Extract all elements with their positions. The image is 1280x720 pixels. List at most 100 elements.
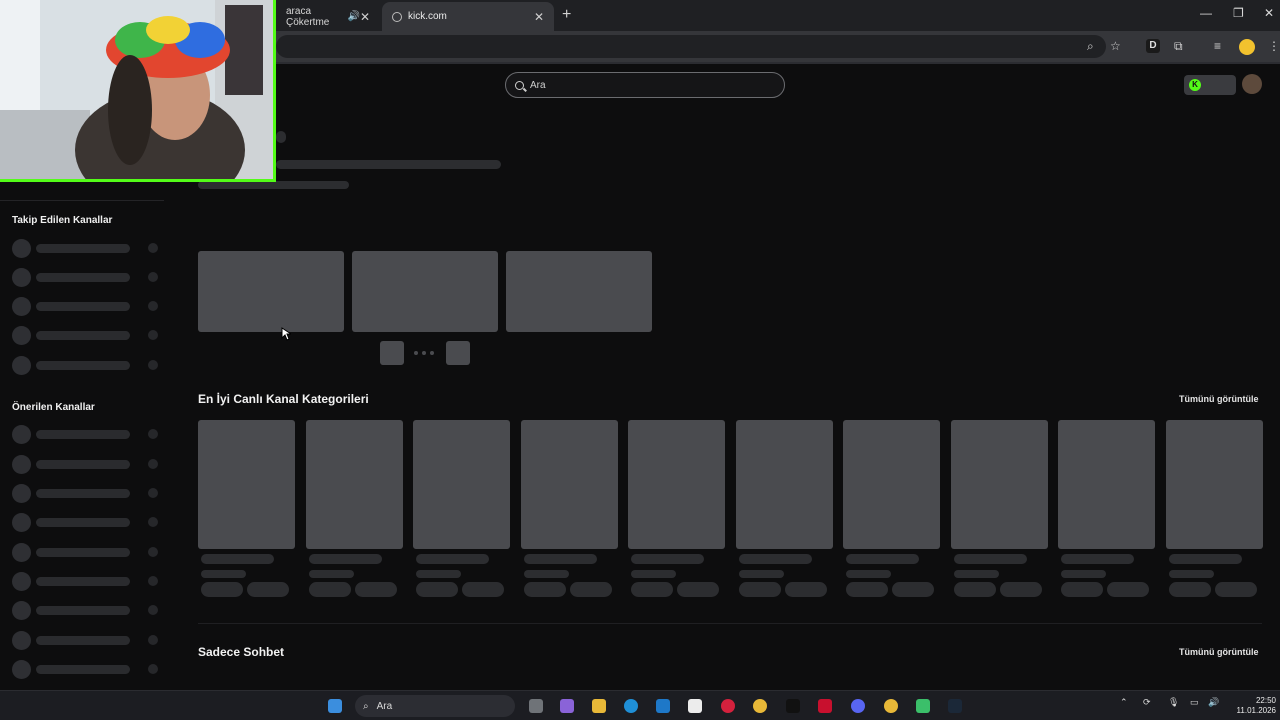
skeleton-pill (416, 582, 458, 597)
skeleton-line (1168, 554, 1242, 564)
sidebar-item[interactable] (12, 356, 162, 375)
login-button[interactable]: K (1184, 75, 1236, 95)
sidebar-item[interactable] (12, 425, 162, 444)
skeleton-pill (569, 582, 612, 597)
category-card[interactable] (950, 420, 1048, 549)
sidebar-item[interactable] (12, 572, 162, 591)
file-explorer-icon[interactable] (592, 699, 606, 713)
carousel-dot[interactable] (414, 351, 418, 355)
bookmark-star-icon[interactable]: ☆ (1110, 39, 1121, 53)
view-all-chat-link[interactable]: Tümünü görüntüle (1179, 647, 1258, 657)
search-placeholder: Ara (530, 79, 546, 91)
sidebar-item[interactable] (12, 239, 162, 258)
mouse-cursor-icon (281, 327, 291, 341)
featured-card[interactable] (352, 251, 498, 332)
media-control-icon[interactable]: ≡ (1214, 39, 1221, 53)
skeleton-line (198, 181, 349, 189)
search-input[interactable]: Ara (505, 72, 785, 98)
skeleton-pill (1107, 582, 1149, 597)
tab-inactive[interactable]: araca Çökertme 🔊 ✕ (276, 2, 380, 31)
netflix-icon[interactable] (818, 699, 832, 713)
close-tab-icon[interactable]: ✕ (360, 10, 370, 24)
app-green-icon[interactable] (916, 699, 930, 713)
skeleton-line (846, 554, 919, 564)
menu-kebab-icon[interactable]: ⋮ (1268, 39, 1280, 53)
extension-d-icon[interactable]: D (1146, 39, 1160, 53)
category-card[interactable] (628, 420, 725, 549)
close-window-button[interactable]: ✕ (1264, 6, 1274, 20)
maximize-button[interactable]: ❐ (1233, 6, 1244, 20)
tray-display-icon[interactable]: ▭ (1190, 697, 1199, 708)
search-icon: ⌕ (363, 700, 369, 712)
chrome-active-icon[interactable] (884, 699, 898, 713)
taskbar-search[interactable]: ⌕ Ara (355, 695, 515, 717)
address-bar[interactable] (276, 35, 1106, 58)
skeleton-line (308, 554, 382, 564)
zoom-icon[interactable]: ⌕ (1087, 39, 1094, 54)
category-card[interactable] (305, 420, 403, 549)
category-card[interactable] (413, 420, 510, 549)
discord-icon[interactable] (851, 699, 865, 713)
featured-card[interactable] (198, 251, 344, 332)
edge-icon[interactable] (624, 699, 638, 713)
category-card[interactable] (735, 420, 833, 549)
extensions-puzzle-icon[interactable]: ⧉ (1174, 39, 1183, 54)
new-tab-button[interactable]: + (562, 6, 571, 24)
sidebar-item[interactable] (12, 660, 162, 679)
featured-card[interactable] (506, 251, 652, 332)
carousel-dot[interactable] (422, 351, 426, 355)
tray-mic-icon[interactable]: 🎙 (1168, 697, 1179, 708)
carousel-dot[interactable] (430, 351, 434, 355)
category-card[interactable] (1058, 420, 1155, 549)
minimize-button[interactable]: — (1200, 6, 1212, 20)
skeleton-line (201, 570, 246, 578)
category-card[interactable] (843, 420, 940, 549)
skeleton-pill (354, 582, 397, 597)
tab-active[interactable]: kick.com ✕ (382, 2, 554, 31)
tray-sync-icon[interactable]: ⟳ (1143, 697, 1151, 708)
taskbar-clock[interactable]: 22:50 11.01.2026 (1226, 696, 1276, 716)
sidebar-item[interactable] (12, 297, 162, 316)
profile-avatar[interactable] (1239, 39, 1255, 55)
sidebar-item[interactable] (12, 455, 162, 474)
taskbar-search-label: Ara (376, 700, 393, 712)
outlook-icon[interactable] (656, 699, 670, 713)
avatar[interactable] (1242, 74, 1262, 94)
sidebar-item[interactable] (12, 543, 162, 562)
copilot-icon[interactable] (560, 699, 574, 713)
chat-only-heading: Sadece Sohbet (198, 645, 285, 659)
store-icon[interactable] (688, 699, 702, 713)
skeleton-line (738, 570, 784, 578)
tray-chevron-icon[interactable]: ⌃ (1120, 697, 1128, 708)
tab-title: kick.com (408, 11, 447, 22)
close-tab-icon[interactable]: ✕ (534, 10, 544, 24)
skeleton-pill (738, 582, 781, 597)
speaker-icon[interactable]: 🔊 (347, 11, 359, 22)
carousel-prev-button[interactable] (380, 341, 404, 365)
category-card[interactable] (198, 420, 295, 549)
windows-start-icon[interactable] (328, 699, 342, 713)
sidebar-item[interactable] (12, 268, 162, 287)
tray-volume-icon[interactable]: 🔊 (1208, 697, 1219, 708)
steam-icon[interactable] (948, 699, 962, 713)
recommended-channels-title: Önerilen Kanallar (12, 402, 95, 413)
skeleton-line (276, 160, 501, 169)
sidebar-item[interactable] (12, 513, 162, 532)
task-view-icon[interactable] (529, 699, 543, 713)
tiktok-icon[interactable] (786, 699, 800, 713)
sidebar-item[interactable] (12, 631, 162, 650)
skeleton-pill (953, 582, 996, 597)
sidebar-item[interactable] (12, 326, 162, 345)
category-card[interactable] (520, 420, 618, 549)
sidebar-item[interactable] (12, 601, 162, 620)
sidebar-item[interactable] (12, 484, 162, 503)
chrome-icon[interactable] (753, 699, 767, 713)
opera-icon[interactable] (721, 699, 735, 713)
skeleton-pill (308, 582, 351, 597)
carousel-next-button[interactable] (446, 341, 470, 365)
search-icon (515, 80, 524, 90)
view-all-categories-link[interactable]: Tümünü görüntüle (1179, 394, 1258, 404)
sidebar-divider (0, 200, 164, 201)
category-card[interactable] (1165, 420, 1263, 549)
skeleton-line (631, 554, 704, 564)
